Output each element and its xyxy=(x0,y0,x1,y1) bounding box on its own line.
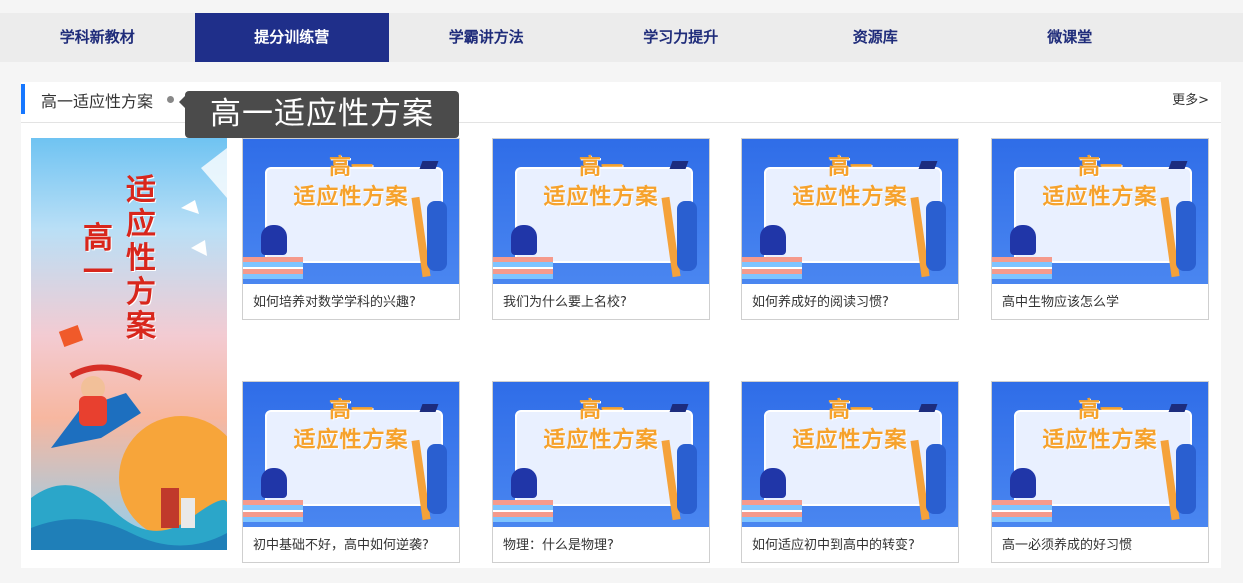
student-figure-icon xyxy=(1010,468,1036,498)
promo-banner[interactable]: 适 应 性 方 案 高 一 xyxy=(31,138,227,550)
thumb-title-line2: 适应性方案 xyxy=(792,428,908,453)
course-card[interactable]: 高一 适应性方案 如何培养对数学学科的兴趣? xyxy=(242,138,460,320)
teacher-figure-icon xyxy=(677,444,697,514)
course-card[interactable]: 高一 适应性方案 初中基础不好，高中如何逆袭? xyxy=(242,381,460,563)
banner-title-col1: 适 应 性 方 案 xyxy=(126,173,156,344)
books-icon xyxy=(243,500,303,522)
course-thumbnail: 高一 适应性方案 xyxy=(992,139,1208,284)
teacher-figure-icon xyxy=(1176,201,1196,271)
student-figure-icon xyxy=(1010,225,1036,255)
course-thumbnail: 高一 适应性方案 xyxy=(742,139,958,284)
course-thumbnail: 高一 适应性方案 xyxy=(992,382,1208,527)
books-icon xyxy=(742,257,802,279)
nav-tab-top-student-methods[interactable]: 学霸讲方法 xyxy=(389,13,584,62)
nav-tab-resource-library[interactable]: 资源库 xyxy=(778,13,973,62)
top-strip xyxy=(0,0,1243,13)
thumb-title-line2: 适应性方案 xyxy=(293,428,409,453)
main-nav: 学科新教材 提分训练营 学霸讲方法 学习力提升 资源库 微课堂 xyxy=(0,13,1243,62)
teacher-figure-icon xyxy=(427,201,447,271)
course-card[interactable]: 高一 适应性方案 我们为什么要上名校? xyxy=(492,138,710,320)
books-icon xyxy=(992,257,1052,279)
thumb-title-line2: 适应性方案 xyxy=(1042,185,1158,210)
thumb-title-line2: 适应性方案 xyxy=(543,185,659,210)
books-icon xyxy=(992,500,1052,522)
thumb-title-line1: 高一 xyxy=(328,155,373,180)
course-title: 如何适应初中到高中的转变? xyxy=(752,538,915,553)
nav-tab-score-camp[interactable]: 提分训练营 xyxy=(194,13,389,62)
thumb-title-line1: 高一 xyxy=(328,398,373,423)
course-title: 如何培养对数学学科的兴趣? xyxy=(253,295,416,310)
thumb-title-line1: 高一 xyxy=(578,398,623,423)
nav-tab-learning-improvement[interactable]: 学习力提升 xyxy=(584,13,779,62)
course-card[interactable]: 高一 适应性方案 高中生物应该怎么学 xyxy=(991,138,1209,320)
thumb-title-line1: 高一 xyxy=(578,155,623,180)
course-title: 物理：什么是物理? xyxy=(503,538,614,553)
course-thumbnail: 高一 适应性方案 xyxy=(742,382,958,527)
nav-tab-new-textbooks[interactable]: 学科新教材 xyxy=(0,13,195,62)
course-card[interactable]: 高一 适应性方案 物理：什么是物理? xyxy=(492,381,710,563)
section-accent-bar xyxy=(21,84,25,114)
thumb-title-line1: 高一 xyxy=(1077,155,1122,180)
student-figure-icon xyxy=(261,468,287,498)
course-card[interactable]: 高一 适应性方案 如何适应初中到高中的转变? xyxy=(741,381,959,563)
course-title: 高中生物应该怎么学 xyxy=(1002,295,1120,310)
books-icon xyxy=(742,500,802,522)
section-title: 高一适应性方案 xyxy=(41,92,154,111)
books-icon xyxy=(243,257,303,279)
thumb-title-line2: 适应性方案 xyxy=(293,185,409,210)
course-card[interactable]: 高一 适应性方案 如何养成好的阅读习惯? xyxy=(741,138,959,320)
student-figure-icon xyxy=(261,225,287,255)
nav-tab-micro-class[interactable]: 微课堂 xyxy=(973,13,1168,62)
title-dot-icon xyxy=(167,96,174,103)
teacher-figure-icon xyxy=(926,444,946,514)
teacher-figure-icon xyxy=(427,444,447,514)
banner-title-col2: 高 一 xyxy=(83,221,113,290)
course-title: 我们为什么要上名校? xyxy=(503,295,627,310)
thumb-title-line1: 高一 xyxy=(827,155,872,180)
course-title: 高一必须养成的好习惯 xyxy=(1002,538,1133,553)
student-figure-icon xyxy=(760,225,786,255)
title-tooltip: 高一适应性方案 xyxy=(185,91,459,138)
student-figure-icon xyxy=(760,468,786,498)
student-figure-icon xyxy=(511,468,537,498)
course-title: 如何养成好的阅读习惯? xyxy=(752,295,889,310)
teacher-figure-icon xyxy=(677,201,697,271)
course-title: 初中基础不好，高中如何逆袭? xyxy=(253,538,429,553)
books-icon xyxy=(493,257,553,279)
course-thumbnail: 高一 适应性方案 xyxy=(243,382,459,527)
course-thumbnail: 高一 适应性方案 xyxy=(493,382,709,527)
thumb-title-line1: 高一 xyxy=(1077,398,1122,423)
thumb-title-line2: 适应性方案 xyxy=(543,428,659,453)
thumb-title-line2: 适应性方案 xyxy=(1042,428,1158,453)
more-link[interactable]: 更多> xyxy=(1172,89,1209,108)
course-card[interactable]: 高一 适应性方案 高一必须养成的好习惯 xyxy=(991,381,1209,563)
teacher-figure-icon xyxy=(1176,444,1196,514)
student-figure-icon xyxy=(511,225,537,255)
course-thumbnail: 高一 适应性方案 xyxy=(493,139,709,284)
course-thumbnail: 高一 适应性方案 xyxy=(243,139,459,284)
books-icon xyxy=(493,500,553,522)
thumb-title-line2: 适应性方案 xyxy=(792,185,908,210)
thumb-title-line1: 高一 xyxy=(827,398,872,423)
teacher-figure-icon xyxy=(926,201,946,271)
